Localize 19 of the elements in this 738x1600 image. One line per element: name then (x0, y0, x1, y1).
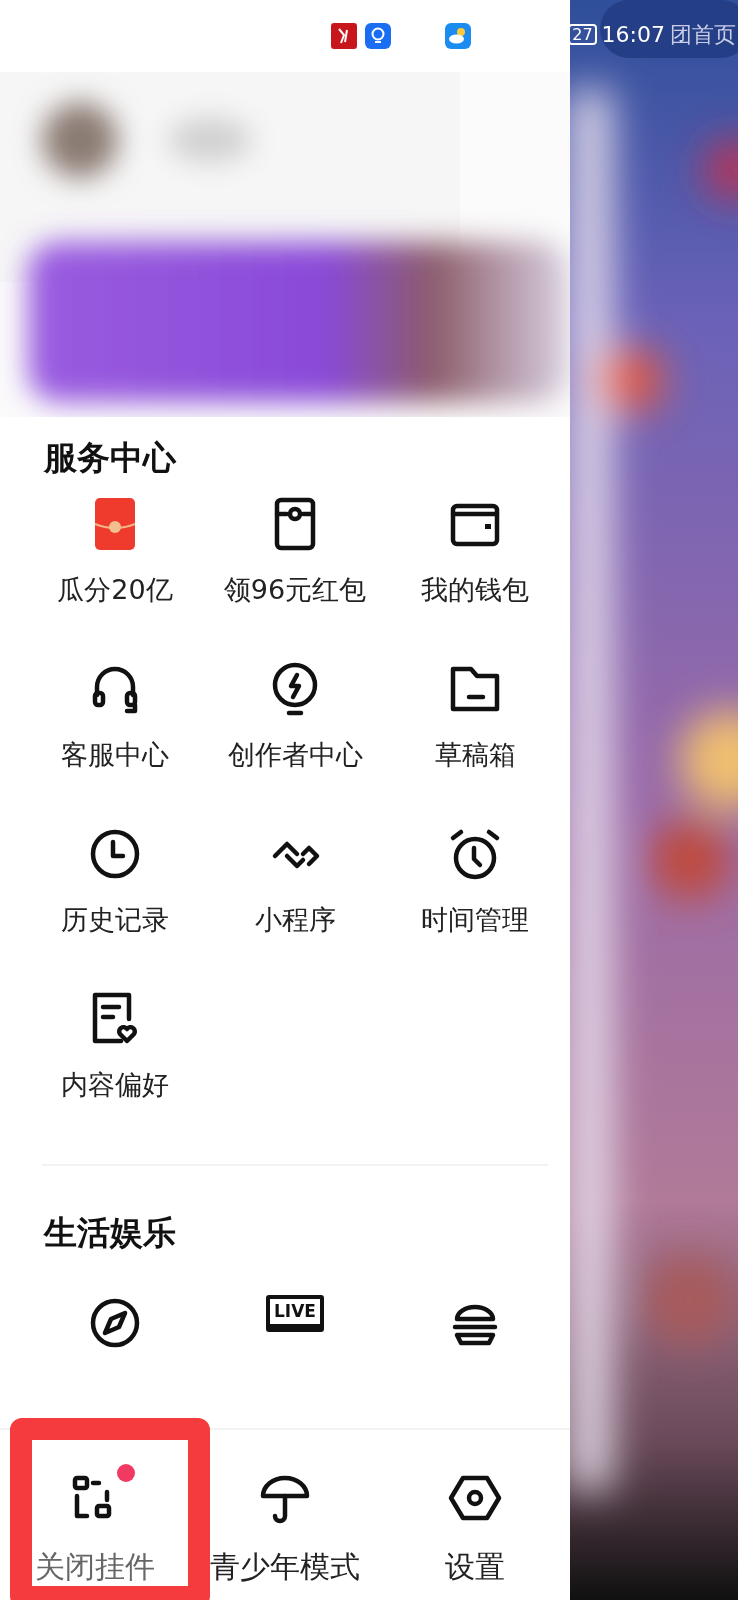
service-item[interactable]: 瓜分20亿 (25, 474, 205, 639)
service-item[interactable]: 创作者中心 (205, 639, 385, 804)
service-item[interactable]: 历史记录 (25, 804, 205, 969)
service-item[interactable]: 客服中心 (25, 639, 205, 804)
service-item[interactable]: 内容偏好 (25, 969, 205, 1134)
live-icon[interactable]: LIVE (266, 1295, 324, 1332)
service-item[interactable]: 时间管理 (385, 804, 565, 969)
bar-button[interactable]: 关闭挂件 (0, 1430, 190, 1600)
service-item[interactable]: 我的钱包 (385, 474, 565, 639)
weather-icon (444, 22, 472, 50)
service-item[interactable]: 领96元红包 (205, 474, 385, 639)
bar-button[interactable]: 设置 (380, 1430, 570, 1600)
section-title: 生活娱乐 (44, 1216, 177, 1249)
bar-button[interactable]: 青少年模式 (190, 1430, 380, 1600)
section-title: 服务中心 (44, 441, 178, 474)
lightbulb-app-icon (364, 22, 392, 50)
app-icon (330, 22, 358, 50)
service-item[interactable]: 草稿箱 (385, 639, 565, 804)
service-item[interactable]: 小程序 (205, 804, 385, 969)
